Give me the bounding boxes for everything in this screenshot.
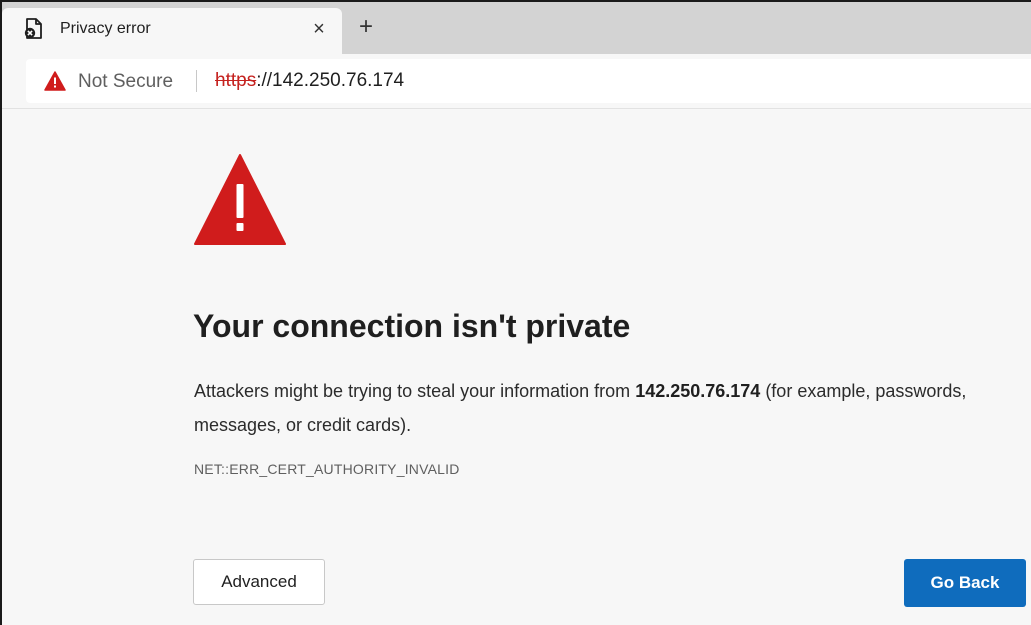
new-tab-button[interactable]: + (352, 14, 380, 42)
browser-window: Privacy error × + Not Secure https://142… (0, 0, 1031, 625)
tab-strip: Privacy error × + (2, 2, 1031, 54)
tab-privacy-error[interactable]: Privacy error × (2, 8, 342, 54)
error-code: NET::ERR_CERT_AUTHORITY_INVALID (194, 461, 460, 477)
page-error-icon (24, 18, 44, 40)
not-secure-label[interactable]: Not Secure (78, 71, 173, 93)
message-host: 142.250.76.174 (635, 381, 761, 401)
message-text-before: Attackers might be trying to steal your … (194, 381, 636, 401)
address-bar[interactable]: Not Secure https://142.250.76.174 (26, 59, 1031, 103)
go-back-button[interactable]: Go Back (904, 559, 1026, 607)
tab-title: Privacy error (60, 20, 151, 37)
address-separator (196, 70, 197, 92)
warning-triangle-icon (192, 152, 288, 248)
url-scheme: https (215, 70, 257, 91)
tab-close-icon[interactable]: × (308, 18, 330, 40)
advanced-button[interactable]: Advanced (193, 559, 325, 605)
url-host: ://142.250.76.174 (256, 70, 405, 91)
address-toolbar: Not Secure https://142.250.76.174 (2, 54, 1031, 108)
error-page: Your connection isn't private Attackers … (2, 109, 1031, 625)
warning-triangle-icon[interactable] (44, 71, 66, 91)
page-title: Your connection isn't private (193, 308, 631, 344)
error-message: Attackers might be trying to steal your … (194, 374, 994, 442)
url-text[interactable]: https://142.250.76.174 (215, 70, 404, 92)
